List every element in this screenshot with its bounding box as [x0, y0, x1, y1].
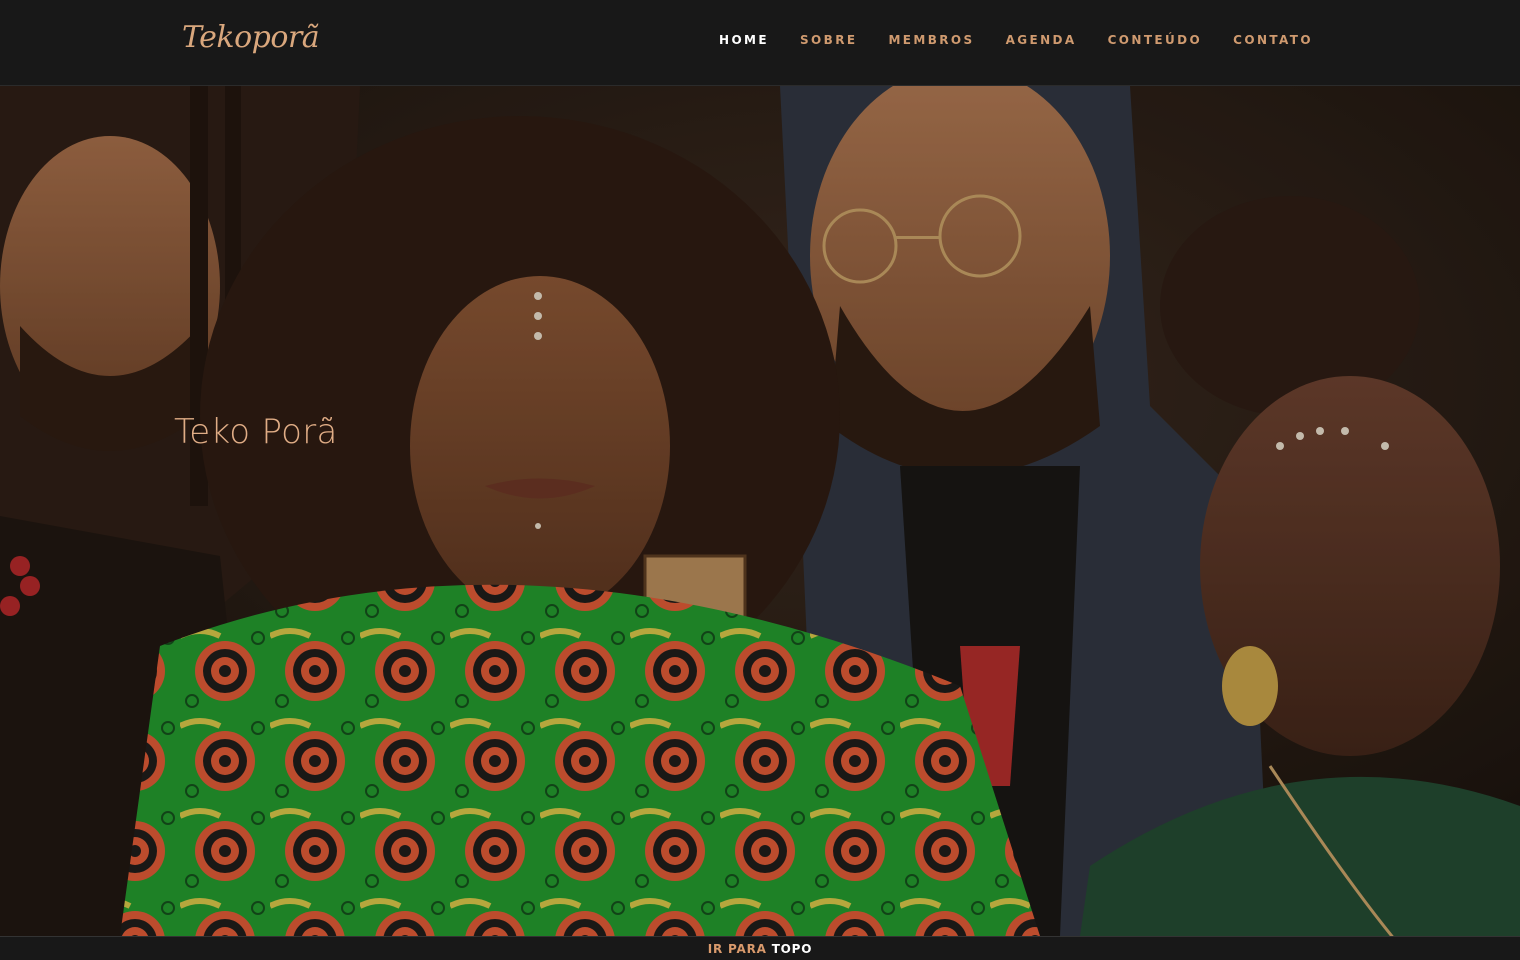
hero-section: Teko Porã [0, 86, 1520, 936]
site-logo[interactable]: Tekoporã [182, 20, 320, 55]
nav-conteudo[interactable]: CONTEÚDO [1108, 33, 1203, 47]
back-to-top-link[interactable]: IR PARA TOPO [708, 942, 813, 956]
nav-home[interactable]: HOME [719, 33, 769, 47]
main-nav: HOME SOBRE MEMBROS AGENDA CONTEÚDO CONTA… [688, 33, 1313, 47]
back-to-top-suffix: TOPO [771, 942, 813, 956]
back-to-top-bar: IR PARA TOPO [0, 936, 1520, 960]
hero-title: Teko Porã [174, 412, 338, 452]
nav-membros[interactable]: MEMBROS [888, 33, 974, 47]
nav-agenda[interactable]: AGENDA [1006, 33, 1077, 47]
back-to-top-prefix: IR PARA [707, 942, 767, 956]
site-header: Tekoporã HOME SOBRE MEMBROS AGENDA CONTE… [0, 0, 1520, 86]
nav-contato[interactable]: CONTATO [1233, 33, 1313, 47]
hero-band-photo [0, 86, 1520, 936]
nav-sobre[interactable]: SOBRE [800, 33, 857, 47]
